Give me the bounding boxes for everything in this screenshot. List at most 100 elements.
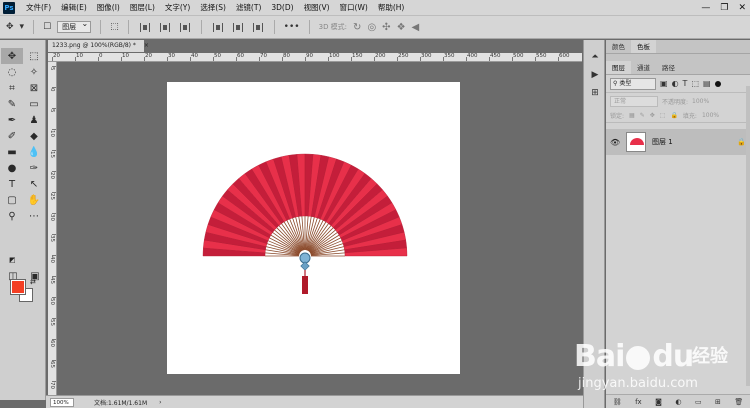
frame-tool-icon[interactable]: ⊠	[23, 80, 45, 96]
lock-artboard-icon[interactable]: ⬚	[660, 112, 666, 119]
tab-color[interactable]: 颜色	[606, 40, 631, 53]
new-layer-icon[interactable]: ⊞	[715, 398, 721, 406]
filter-adjustment-icon[interactable]: ◐	[672, 79, 679, 88]
scale-3d-icon[interactable]: ◀	[412, 22, 420, 33]
path-selection-tool-icon[interactable]: ↖	[23, 176, 45, 192]
filter-smart-object-icon[interactable]: ▤	[703, 79, 711, 88]
menu-edit[interactable]: 编辑(E)	[56, 2, 92, 13]
layer-filter-select[interactable]: ⚲ 类型	[610, 77, 656, 90]
restore-icon[interactable]: ❐	[720, 3, 728, 13]
lock-transparent-icon[interactable]: ▦	[629, 112, 635, 119]
close-document-icon[interactable]: ×	[144, 42, 149, 49]
orbit-3d-icon[interactable]: ↻	[353, 22, 361, 33]
status-menu-arrow-icon[interactable]: ›	[159, 399, 161, 406]
new-group-icon[interactable]: ▭	[695, 398, 702, 406]
healing-brush-tool-icon[interactable]: ▭	[23, 96, 45, 112]
align-right-edges-icon[interactable]	[252, 22, 263, 32]
magic-wand-tool-icon[interactable]: ✧	[23, 64, 45, 80]
tab-swatches[interactable]: 色板	[631, 40, 656, 53]
fill-value[interactable]: 100%	[702, 112, 719, 119]
adjustment-layer-icon[interactable]: ◐	[675, 398, 681, 406]
tab-channels[interactable]: 通道	[631, 61, 656, 74]
layer-name[interactable]: 图层 1	[652, 137, 731, 147]
menu-help[interactable]: 帮助(H)	[373, 2, 410, 13]
auto-select-target-select[interactable]: 图层	[57, 19, 92, 33]
crop-tool-icon[interactable]: ⌗	[1, 80, 23, 96]
drag-3d-icon[interactable]: ✣	[382, 22, 390, 33]
history-panel-icon[interactable]: ⏶	[584, 48, 606, 66]
gradient-tool-icon[interactable]: ▬	[1, 144, 23, 160]
opacity-value[interactable]: 100%	[692, 98, 709, 105]
eraser-tool-icon[interactable]: ◆	[23, 128, 45, 144]
pen-tool-icon[interactable]: ✑	[23, 160, 45, 176]
screen-mode-icon[interactable]: ▣	[24, 268, 46, 284]
lock-all-icon[interactable]: 🔒	[670, 112, 677, 119]
show-transform-controls-icon[interactable]: ⬚	[110, 22, 119, 32]
dropdown-arrow-icon[interactable]: ▾	[20, 22, 25, 32]
type-tool-icon[interactable]: T	[1, 176, 23, 192]
clone-stamp-tool-icon[interactable]: ♟	[23, 112, 45, 128]
lasso-tool-icon[interactable]: ◌	[1, 64, 23, 80]
menu-type[interactable]: 文字(Y)	[160, 2, 195, 13]
document-canvas[interactable]	[167, 82, 460, 374]
properties-panel-icon[interactable]: ⊞	[584, 84, 606, 102]
blend-mode-select[interactable]: 正常	[610, 95, 658, 107]
ruler-v-label: 45	[49, 277, 55, 284]
align-horizontal-centers-icon[interactable]	[232, 22, 243, 32]
menu-window[interactable]: 窗口(W)	[335, 2, 373, 13]
align-left-edges-icon[interactable]	[212, 22, 223, 32]
auto-select-checkbox-icon[interactable]: ☐	[43, 22, 51, 32]
lock-image-icon[interactable]: ✎	[640, 112, 645, 119]
filter-toggle-icon[interactable]	[714, 80, 721, 87]
menu-layer[interactable]: 图层(L)	[125, 2, 160, 13]
foreground-color-swatch[interactable]	[10, 279, 26, 295]
visibility-eye-icon[interactable]: 👁	[610, 138, 620, 147]
menu-3d[interactable]: 3D(D)	[266, 3, 298, 12]
tab-paths[interactable]: 路径	[656, 61, 681, 74]
horizontal-ruler[interactable]: 20 10 0 10 20 30 40 50 60 70 80 90 100 150 200 250 300 35…	[48, 53, 582, 62]
menu-file[interactable]: 文件(F)	[21, 2, 56, 13]
menu-filter[interactable]: 滤镜(T)	[231, 2, 266, 13]
ruler-h-label: 450	[490, 53, 501, 59]
panel-scrollbar[interactable]	[746, 86, 750, 386]
layer-row[interactable]: 👁 图层 1 🔒	[606, 129, 750, 155]
default-colors-icon[interactable]: ◩	[9, 256, 16, 264]
zoom-tool-icon[interactable]: ⚲	[1, 208, 23, 224]
minimize-icon[interactable]: —	[701, 3, 710, 13]
eyedropper-tool-icon[interactable]: ✎	[1, 96, 23, 112]
slide-3d-icon[interactable]: ❖	[397, 22, 406, 33]
link-layers-icon[interactable]: ⛓	[613, 398, 622, 406]
align-bottom-edges-icon[interactable]	[179, 22, 190, 32]
layer-style-icon[interactable]: fx	[635, 398, 642, 406]
marquee-tool-icon[interactable]: ⬚	[23, 48, 45, 64]
vertical-ruler[interactable]: 5 0 5 10 15 20 25 30 35 40 45 50 55 60 65 70	[48, 62, 57, 395]
blur-tool-icon[interactable]: 💧	[23, 144, 45, 160]
tab-layers[interactable]: 图层	[606, 61, 631, 74]
add-mask-icon[interactable]: ◙	[655, 398, 662, 406]
dodge-tool-icon[interactable]: ●	[1, 160, 23, 176]
actions-panel-icon[interactable]: ▶	[584, 66, 606, 84]
menu-image[interactable]: 图像(I)	[92, 2, 125, 13]
filter-shape-icon[interactable]: ⬚	[691, 79, 699, 88]
more-tools-icon[interactable]: ⋯	[23, 208, 45, 224]
history-brush-tool-icon[interactable]: ✐	[1, 128, 23, 144]
close-icon[interactable]: ✕	[738, 3, 746, 13]
menu-view[interactable]: 视图(V)	[299, 2, 335, 13]
folding-fan-image	[202, 153, 408, 294]
menu-select[interactable]: 选择(S)	[195, 2, 231, 13]
align-top-edges-icon[interactable]	[139, 22, 150, 32]
filter-pixel-icon[interactable]: ▣	[660, 79, 668, 88]
move-tool-icon[interactable]: ✥	[1, 48, 23, 64]
more-options-icon[interactable]: •••	[284, 22, 300, 32]
lock-position-icon[interactable]: ✥	[650, 112, 655, 119]
zoom-level-field[interactable]: 100%	[50, 397, 74, 407]
document-tab[interactable]: 1233.png @ 100%(RGB/8) * ×	[48, 40, 149, 52]
filter-type-icon[interactable]: T	[683, 79, 688, 88]
hand-tool-icon[interactable]: ✋	[23, 192, 45, 208]
align-vertical-centers-icon[interactable]	[159, 22, 170, 32]
brush-tool-icon[interactable]: ✒	[1, 112, 23, 128]
roll-3d-icon[interactable]: ◎	[367, 22, 376, 33]
delete-layer-icon[interactable]: 🗑	[734, 398, 743, 406]
move-tool-icon[interactable]: ✥	[6, 22, 14, 32]
rectangle-tool-icon[interactable]: ▢	[1, 192, 23, 208]
